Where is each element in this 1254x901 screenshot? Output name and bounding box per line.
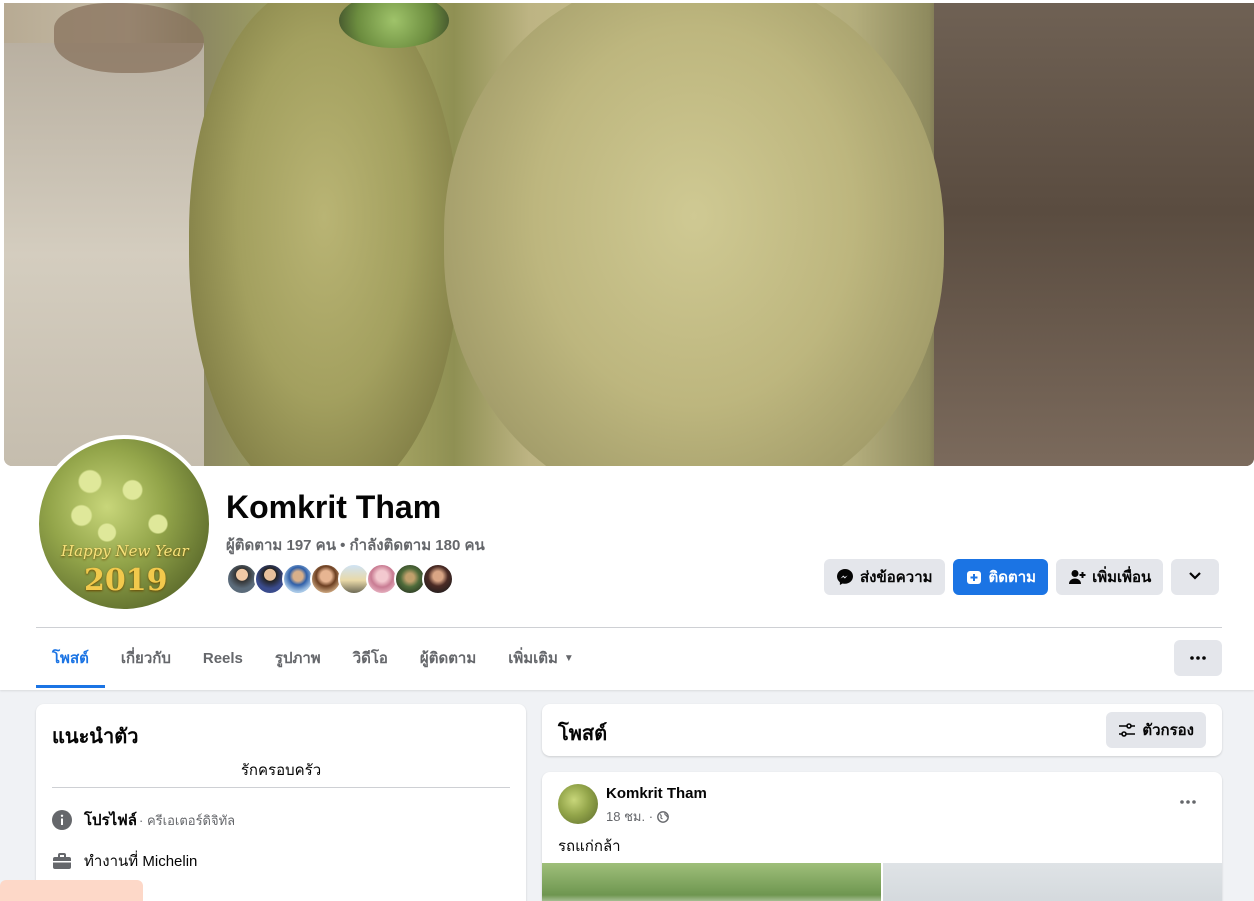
post-author-name[interactable]: Komkrit Tham xyxy=(606,785,707,802)
filter-button[interactable]: ตัวกรอง xyxy=(1106,712,1206,748)
intro-work-text[interactable]: ทำงานที่ Michelin xyxy=(84,849,197,873)
tab-label: วิดีโอ xyxy=(352,650,388,667)
globe-icon xyxy=(657,810,669,823)
cover-leaf xyxy=(54,3,204,73)
tab-posts[interactable]: โพสต์ xyxy=(36,629,105,688)
tab-videos[interactable]: วิดีโอ xyxy=(337,629,404,687)
intro-divider xyxy=(52,787,510,788)
header-divider xyxy=(36,627,1222,628)
ellipsis-icon xyxy=(1180,800,1196,804)
profile-avatar[interactable]: Happy New Year 2019 xyxy=(35,435,213,613)
profile-header: Happy New Year 2019 Komkrit Tham ผู้ติดต… xyxy=(0,0,1254,690)
cover-jackfruit-right xyxy=(444,3,944,466)
follow-button[interactable]: ติดตาม xyxy=(952,559,1049,595)
info-icon xyxy=(52,810,72,830)
ellipsis-icon xyxy=(1190,656,1206,660)
chat-tab-peek[interactable] xyxy=(0,880,143,901)
profile-page: Happy New Year 2019 Komkrit Tham ผู้ติดต… xyxy=(0,0,1254,901)
follow-button-label: ติดตาม xyxy=(988,569,1037,586)
messenger-icon xyxy=(836,568,854,586)
post-card: Komkrit Tham 18 ชม. · รถแก่กล้า xyxy=(542,772,1222,901)
cover-jackfruit-left xyxy=(189,3,459,466)
intro-title: แนะนำตัว xyxy=(52,726,139,748)
friend-avatar[interactable] xyxy=(422,563,454,595)
message-button[interactable]: ส่งข้อความ xyxy=(824,559,945,595)
intro-work-row: ทำงานที่ Michelin xyxy=(52,849,197,873)
posts-header-card: โพสต์ ตัวกรอง xyxy=(542,704,1222,756)
post-meta: 18 ชม. · xyxy=(606,806,669,827)
post-author-avatar[interactable] xyxy=(558,784,598,824)
caret-down-icon: ▼ xyxy=(563,652,574,664)
intro-card: แนะนำตัว รักครอบครัว โปรไฟล์ · ครีเอเตอร… xyxy=(36,704,526,901)
follower-stats[interactable]: ผู้ติดตาม 197 คน • กำลังติดตาม 180 คน xyxy=(226,533,485,557)
post-options-button[interactable] xyxy=(1170,790,1206,814)
intro-profile-label: โปรไฟล์ xyxy=(84,812,137,829)
post-timestamp[interactable]: 18 ชม. · xyxy=(606,806,653,827)
tab-label: เพิ่มเติม xyxy=(508,650,558,667)
profile-name: Komkrit Tham xyxy=(226,489,442,525)
post-photo[interactable] xyxy=(883,863,1222,901)
cover-photo[interactable] xyxy=(4,3,1254,466)
profile-tabs: โพสต์ เกี่ยวกับ Reels รูปภาพ วิดีโอ ผู้ต… xyxy=(36,629,590,689)
tab-photos[interactable]: รูปภาพ xyxy=(259,629,337,687)
chevron-down-icon xyxy=(1188,568,1202,586)
filter-icon xyxy=(1119,723,1136,737)
posts-title: โพสต์ xyxy=(558,723,608,745)
intro-profile-value: · ครีเอเตอร์ดิจิทัล xyxy=(139,812,236,828)
post-photo[interactable] xyxy=(542,863,881,901)
tab-reels[interactable]: Reels xyxy=(187,629,259,687)
friend-avatars xyxy=(226,563,454,595)
tab-followers[interactable]: ผู้ติดตาม xyxy=(404,629,492,687)
cover-sand xyxy=(4,43,204,466)
tab-label: Reels xyxy=(202,649,243,667)
add-friend-button-label: เพิ่มเพื่อน xyxy=(1092,569,1152,586)
more-options-button[interactable] xyxy=(1171,559,1220,595)
avatar-year: 2019 xyxy=(84,563,168,598)
tab-more[interactable]: เพิ่มเติม ▼ xyxy=(492,629,590,687)
tab-label: โพสต์ xyxy=(52,650,89,667)
briefcase-icon xyxy=(52,851,72,871)
add-friend-button[interactable]: เพิ่มเพื่อน xyxy=(1056,559,1164,595)
cover-tree-bark xyxy=(934,3,1254,466)
tab-label: ผู้ติดตาม xyxy=(419,650,477,667)
profile-actions: ส่งข้อความ ติดตาม เพิ่มเพื่อน xyxy=(824,559,1220,595)
message-button-label: ส่งข้อความ xyxy=(860,569,933,586)
post-text: รถแก่กล้า xyxy=(558,838,621,855)
add-friend-icon xyxy=(1068,568,1086,586)
tab-label: รูปภาพ xyxy=(274,650,321,667)
tab-label: เกี่ยวกับ xyxy=(120,650,171,667)
avatar-greeting: Happy New Year xyxy=(61,542,189,560)
intro-profile-row: โปรไฟล์ · ครีเอเตอร์ดิจิทัล xyxy=(52,808,235,832)
intro-bio: รักครอบครัว xyxy=(240,762,322,779)
follow-icon xyxy=(965,568,983,586)
tabs-more-button[interactable] xyxy=(1174,640,1222,676)
tab-about[interactable]: เกี่ยวกับ xyxy=(105,629,187,687)
filter-button-label: ตัวกรอง xyxy=(1142,722,1194,739)
